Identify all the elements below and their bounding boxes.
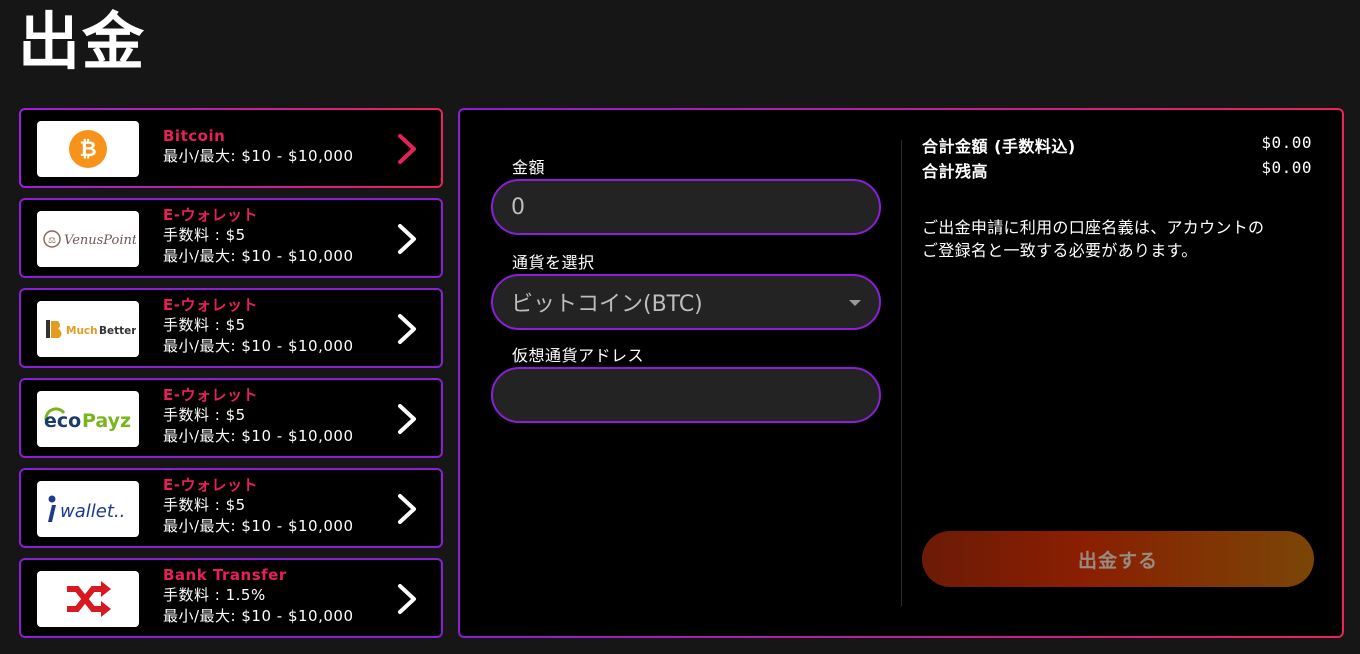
panel-divider — [901, 140, 902, 606]
svg-text:wallet..: wallet.. — [60, 501, 125, 522]
total-amount-label: 合計金額 (手数料込) — [922, 137, 1076, 156]
method-limit: 最小/最大: $10 - $10,000 — [163, 607, 354, 625]
method-fee: 手数料 : $5 — [163, 496, 246, 514]
muchbetter-logo: Much Better — [37, 301, 139, 357]
caret-down-icon — [849, 300, 861, 306]
page-title: 出金 — [18, 5, 147, 78]
amount-label: 金額 — [512, 158, 546, 177]
total-balance-row: 合計残高 $0.00 — [922, 158, 1312, 182]
svg-text:eco: eco — [44, 410, 81, 432]
amount-field[interactable] — [491, 179, 881, 235]
method-limit: 最小/最大: $10 - $10,000 — [163, 517, 354, 535]
method-fee: 手数料 : $5 — [163, 226, 246, 244]
method-name: Bank Transfer — [163, 566, 287, 584]
chevron-right-icon — [398, 494, 416, 524]
crypto-address-input[interactable] — [511, 382, 879, 408]
method-muchbetter[interactable]: Much Better E-ウォレット 手数料 : $5 最小/最大: $10 … — [19, 288, 443, 368]
total-amount-row: 合計金額 (手数料込) $0.00 — [922, 133, 1312, 157]
withdrawal-panel: 金額 通貨を選択 ビットコイン(BTC) 仮想通貨アドレス 合計金額 (手数料込… — [458, 108, 1344, 638]
venuspoint-logo: ⚖ VenusPoint — [37, 211, 139, 267]
currency-select[interactable]: ビットコイン(BTC) — [491, 274, 881, 330]
amount-input[interactable] — [511, 194, 879, 220]
total-balance-value: $0.00 — [1261, 158, 1312, 177]
chevron-right-icon — [398, 584, 416, 614]
method-name: E-ウォレット — [163, 386, 258, 404]
chevron-right-icon — [398, 404, 416, 434]
address-label: 仮想通貨アドレス — [512, 346, 645, 365]
method-name: E-ウォレット — [163, 476, 258, 494]
bitcoin-logo: ₿ — [37, 121, 139, 177]
svg-text:₿: ₿ — [79, 137, 96, 161]
svg-text:⚖: ⚖ — [48, 236, 56, 246]
chevron-right-icon — [398, 134, 416, 164]
svg-text:Better: Better — [99, 325, 136, 337]
method-iwallet[interactable]: wallet.. E-ウォレット 手数料 : $5 最小/最大: $10 - $… — [19, 468, 443, 548]
method-ecopayz[interactable]: eco Payz E-ウォレット 手数料 : $5 最小/最大: $10 - $… — [19, 378, 443, 458]
method-name: Bitcoin — [163, 127, 226, 145]
method-limit: 最小/最大: $10 - $10,000 — [163, 247, 354, 265]
method-fee: 手数料 : 1.5% — [163, 586, 266, 604]
bank-transfer-shuffle-logo — [37, 571, 139, 627]
payment-method-list: ₿ Bitcoin 最小/最大: $10 - $10,000 ⚖ VenusPo… — [19, 108, 443, 648]
total-balance-label: 合計残高 — [922, 162, 989, 181]
crypto-address-field[interactable] — [491, 367, 881, 423]
svg-text:VenusPoint: VenusPoint — [64, 233, 136, 248]
method-limit: 最小/最大: $10 - $10,000 — [163, 337, 354, 355]
currency-label: 通貨を選択 — [512, 253, 595, 272]
method-fee: 手数料 : $5 — [163, 406, 246, 424]
svg-text:Much: Much — [66, 325, 98, 337]
method-name: E-ウォレット — [163, 296, 258, 314]
account-name-notice: ご出金申請に利用の口座名義は、アカウントの ご登録名と一致する必要があります。 — [922, 218, 1265, 260]
chevron-right-icon — [398, 314, 416, 344]
withdraw-button[interactable]: 出金する — [922, 531, 1314, 587]
method-bank-transfer[interactable]: Bank Transfer 手数料 : 1.5% 最小/最大: $10 - $1… — [19, 558, 443, 638]
method-limit: 最小/最大: $10 - $10,000 — [163, 147, 354, 165]
chevron-right-icon — [398, 224, 416, 254]
method-name: E-ウォレット — [163, 206, 258, 224]
total-amount-value: $0.00 — [1261, 133, 1312, 152]
method-limit: 最小/最大: $10 - $10,000 — [163, 427, 354, 445]
ecopayz-logo: eco Payz — [37, 391, 139, 447]
svg-text:Payz: Payz — [82, 410, 131, 432]
iwallet-logo: wallet.. — [37, 481, 139, 537]
method-venuspoint[interactable]: ⚖ VenusPoint E-ウォレット 手数料 : $5 最小/最大: $10… — [19, 198, 443, 278]
method-fee: 手数料 : $5 — [163, 316, 246, 334]
method-bitcoin[interactable]: ₿ Bitcoin 最小/最大: $10 - $10,000 — [19, 108, 443, 188]
currency-selected-value: ビットコイン(BTC) — [511, 292, 703, 317]
